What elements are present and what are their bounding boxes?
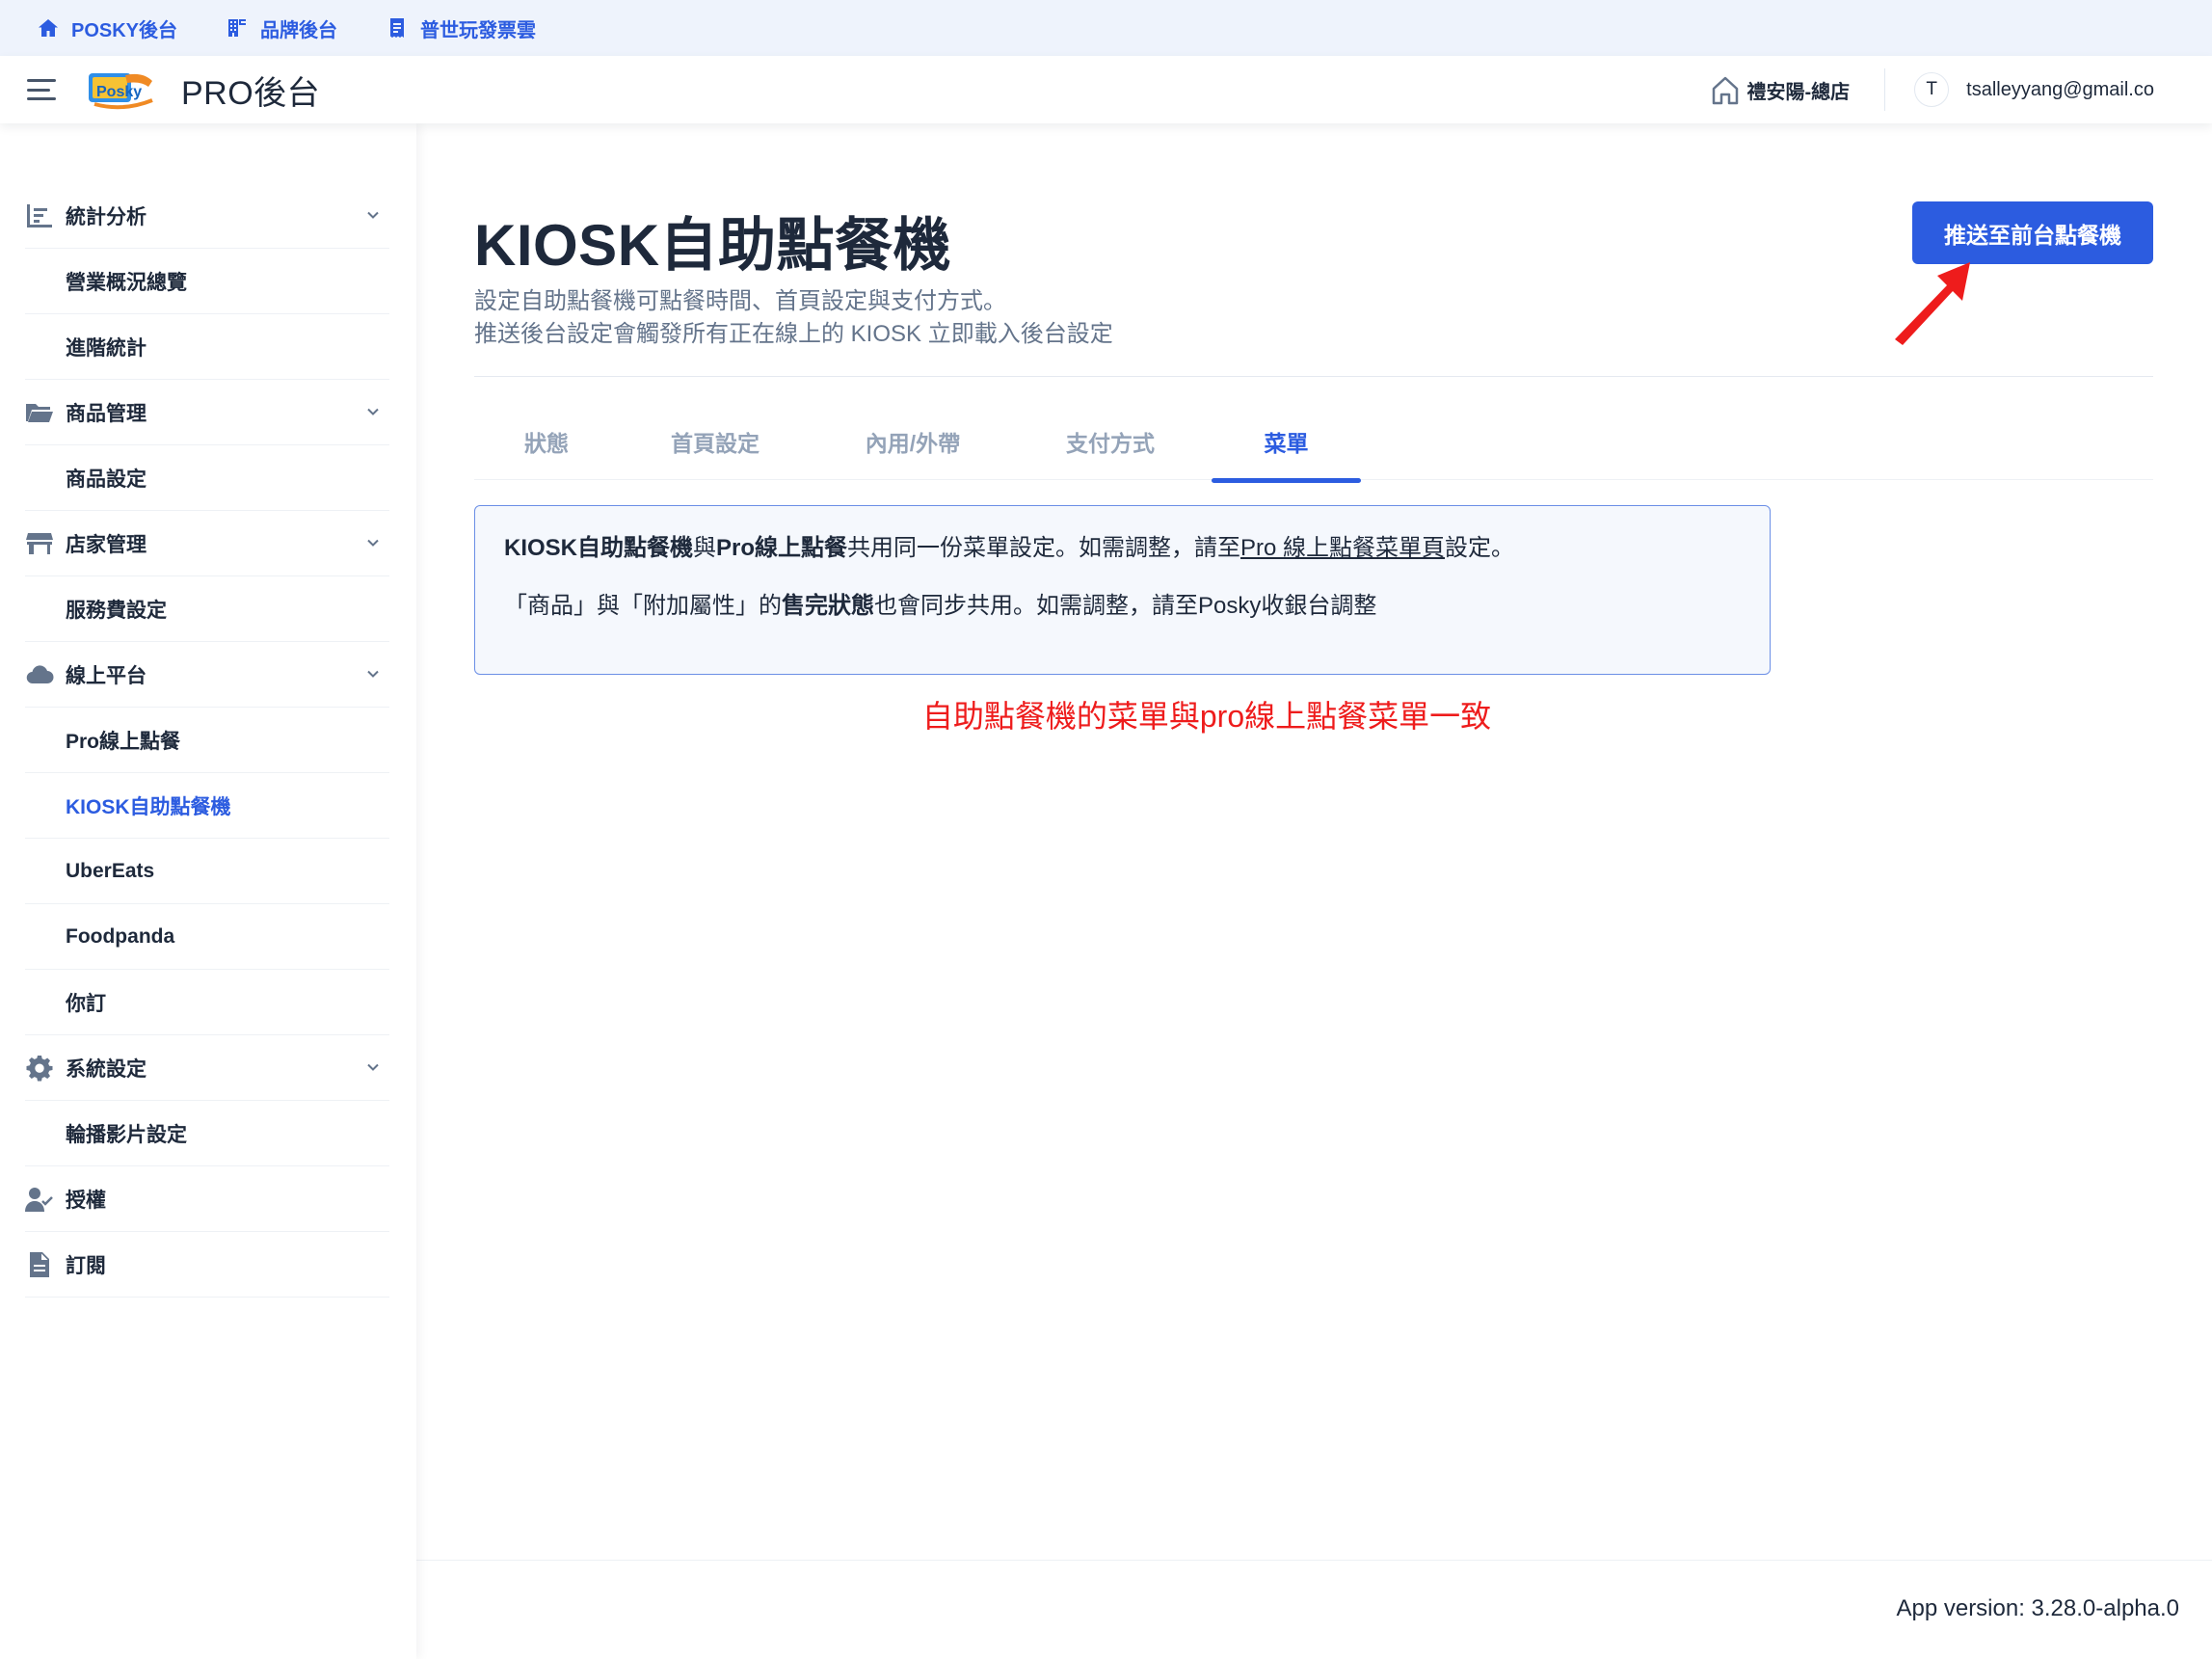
sidebar-group-analytics[interactable]: 統計分析 xyxy=(25,183,389,249)
sidebar-item-label: 授權 xyxy=(66,1189,106,1212)
folder-icon xyxy=(26,403,53,422)
sidebar-item-business-overview[interactable]: 營業概況總覽 xyxy=(25,249,389,314)
avatar[interactable]: T xyxy=(1914,72,1950,107)
tab-dine-in-takeout[interactable]: 內用/外帶 xyxy=(812,403,1014,480)
sidebar-item-service-fee[interactable]: 服務費設定 xyxy=(25,576,389,642)
chevron-down-icon xyxy=(367,670,379,678)
invoice-cloud-link[interactable]: 普世玩發票雲 xyxy=(386,14,536,42)
invoice-cloud-link-label: 普世玩發票雲 xyxy=(420,19,537,41)
store-name: 禮安陽-總店 xyxy=(1746,81,1851,103)
sidebar-item-label: 進階統計 xyxy=(66,336,147,360)
store-icon xyxy=(26,532,53,554)
tab-menu[interactable]: 菜單 xyxy=(1212,403,1361,483)
description-line: 設定自助點餐機可點餐時間、首頁設定與支付方式。 xyxy=(474,288,1006,314)
sidebar-item-foodpanda[interactable]: Foodpanda xyxy=(25,904,389,970)
chevron-down-icon xyxy=(367,539,379,547)
sidebar-item-nidin[interactable]: 你訂 xyxy=(25,970,389,1035)
red-annotation-text: 自助點餐機的菜單與pro線上點餐菜單一致 xyxy=(921,699,1492,734)
tab-homepage-settings[interactable]: 首頁設定 xyxy=(619,403,812,480)
pro-online-menu-link[interactable]: Pro 線上點餐菜單頁 xyxy=(1240,535,1445,561)
tab-payment-methods[interactable]: 支付方式 xyxy=(1014,403,1207,480)
posky-logo: Posky xyxy=(89,73,153,110)
info-text: 「商品」與「附加屬性」的 xyxy=(504,593,782,619)
building-icon xyxy=(228,19,247,37)
header-divider-line xyxy=(474,376,2153,377)
push-to-kiosk-button[interactable]: 推送至前台點餐機 xyxy=(1912,201,2153,264)
footer-divider xyxy=(416,1560,2212,1561)
header-divider xyxy=(1884,68,1886,111)
info-text: 共用同一份菜單設定。如需調整，請至 xyxy=(847,535,1241,561)
description-line: 推送後台設定會觸發所有正在線上的 KIOSK 立即載入後台設定 xyxy=(474,321,1113,347)
menu-info-box: KIOSK自助點餐機與Pro線上點餐共用同一份菜單設定。如需調整，請至Pro 線… xyxy=(474,505,1771,675)
app-header: Posky PRO後台 禮安陽-總店 T tsalleyyang@gmail.c… xyxy=(0,56,2212,123)
sidebar-item-label: 統計分析 xyxy=(66,205,147,228)
sidebar-group-system[interactable]: 系統設定 xyxy=(25,1035,389,1101)
posky-backend-link[interactable]: POSKY後台 xyxy=(37,14,177,42)
sidebar-item-label: 系統設定 xyxy=(66,1057,147,1081)
top-links-bar: POSKY後台 品牌後台 普世玩發票雲 xyxy=(0,0,2212,56)
sidebar-item-pro-online-order[interactable]: Pro線上點餐 xyxy=(25,708,389,773)
info-kiosk-bold: KIOSK自助點餐機 xyxy=(504,535,694,561)
cloud-icon xyxy=(26,664,54,683)
chevron-down-icon xyxy=(367,211,379,219)
chevron-down-icon xyxy=(367,408,379,415)
info-line-2: 「商品」與「附加屬性」的售完狀態也會同步共用。如需調整，請至Posky收銀台調整 xyxy=(504,589,1741,624)
sidebar-item-label: 訂閱 xyxy=(66,1254,106,1277)
receipt-icon xyxy=(390,18,405,38)
sidebar-item-label: 線上平台 xyxy=(66,664,147,687)
sidebar-item-label: Foodpanda xyxy=(66,924,175,948)
home-icon xyxy=(39,19,58,37)
sidebar-item-ubereats[interactable]: UberEats xyxy=(25,839,389,904)
red-arrow-annotation-icon xyxy=(1895,262,1970,345)
sidebar-item-product-settings[interactable]: 商品設定 xyxy=(25,445,389,511)
info-line-1: KIOSK自助點餐機與Pro線上點餐共用同一份菜單設定。如需調整，請至Pro 線… xyxy=(504,531,1741,566)
sidebar-item-label: 服務費設定 xyxy=(66,599,167,622)
sidebar-item-label: 商品管理 xyxy=(66,402,147,425)
tab-status[interactable]: 狀態 xyxy=(474,403,619,480)
brand-backend-link[interactable]: 品牌後台 xyxy=(226,14,337,42)
sidebar-group-products[interactable]: 商品管理 xyxy=(25,380,389,445)
page-description: 設定自助點餐機可點餐時間、首頁設定與支付方式。 推送後台設定會觸發所有正在線上的… xyxy=(474,285,1113,351)
sidebar-item-kiosk[interactable]: KIOSK自助點餐機 xyxy=(25,773,389,839)
info-text: 也會同步共用。如需調整，請至Posky收銀台調整 xyxy=(874,593,1377,619)
sidebar-item-label: Pro線上點餐 xyxy=(66,730,181,753)
gear-icon xyxy=(26,1055,53,1081)
info-text: 設定。 xyxy=(1445,535,1515,561)
sidebar-item-advanced-stats[interactable]: 進階統計 xyxy=(25,314,389,380)
sidebar-item-label: 店家管理 xyxy=(66,533,147,556)
sidebar: 統計分析 營業概況總覽 進階統計 商品管理 商品設定 店家管理 服務費設定 線上… xyxy=(0,123,416,1659)
document-icon xyxy=(30,1251,49,1277)
store-selector[interactable]: 禮安陽-總店 xyxy=(1710,73,1850,106)
info-text: 與 xyxy=(693,535,717,561)
user-check-icon xyxy=(25,1187,53,1212)
chart-icon xyxy=(27,203,52,227)
sidebar-group-store[interactable]: 店家管理 xyxy=(25,511,389,576)
app-version: App version: 3.28.0-alpha.0 xyxy=(1896,1595,2179,1621)
sidebar-item-label: 商品設定 xyxy=(66,468,147,491)
chevron-down-icon xyxy=(367,1063,379,1071)
menu-toggle-icon[interactable] xyxy=(27,79,56,100)
sidebar-item-authorization[interactable]: 授權 xyxy=(25,1166,389,1232)
main-content: KIOSK自助點餐機 設定自助點餐機可點餐時間、首頁設定與支付方式。 推送後台設… xyxy=(416,123,2212,1659)
logo-text: Posky xyxy=(96,84,142,100)
sidebar-item-label: UberEats xyxy=(66,859,155,882)
sidebar-item-label: 你訂 xyxy=(66,992,106,1015)
info-soldout-bold: 售完狀態 xyxy=(782,593,874,619)
home-outline-icon xyxy=(1713,76,1739,105)
user-email[interactable]: tsalleyyang@gmail.co xyxy=(1966,79,2154,101)
sidebar-item-label: 輪播影片設定 xyxy=(66,1123,187,1146)
page-title: KIOSK自助點餐機 xyxy=(474,213,952,278)
sidebar-item-label: 營業概況總覽 xyxy=(66,271,187,294)
sidebar-group-online[interactable]: 線上平台 xyxy=(25,642,389,708)
info-pro-bold: Pro線上點餐 xyxy=(716,535,848,561)
settings-tabs: 狀態 首頁設定 內用/外帶 支付方式 菜單 xyxy=(474,403,2153,483)
sidebar-item-carousel-video[interactable]: 輪播影片設定 xyxy=(25,1101,389,1166)
posky-backend-link-label: POSKY後台 xyxy=(71,19,178,41)
sidebar-item-subscription[interactable]: 訂閱 xyxy=(25,1232,389,1298)
brand-backend-link-label: 品牌後台 xyxy=(260,19,338,41)
sidebar-item-label: KIOSK自助點餐機 xyxy=(66,795,231,818)
app-title: PRO後台 xyxy=(181,74,321,112)
